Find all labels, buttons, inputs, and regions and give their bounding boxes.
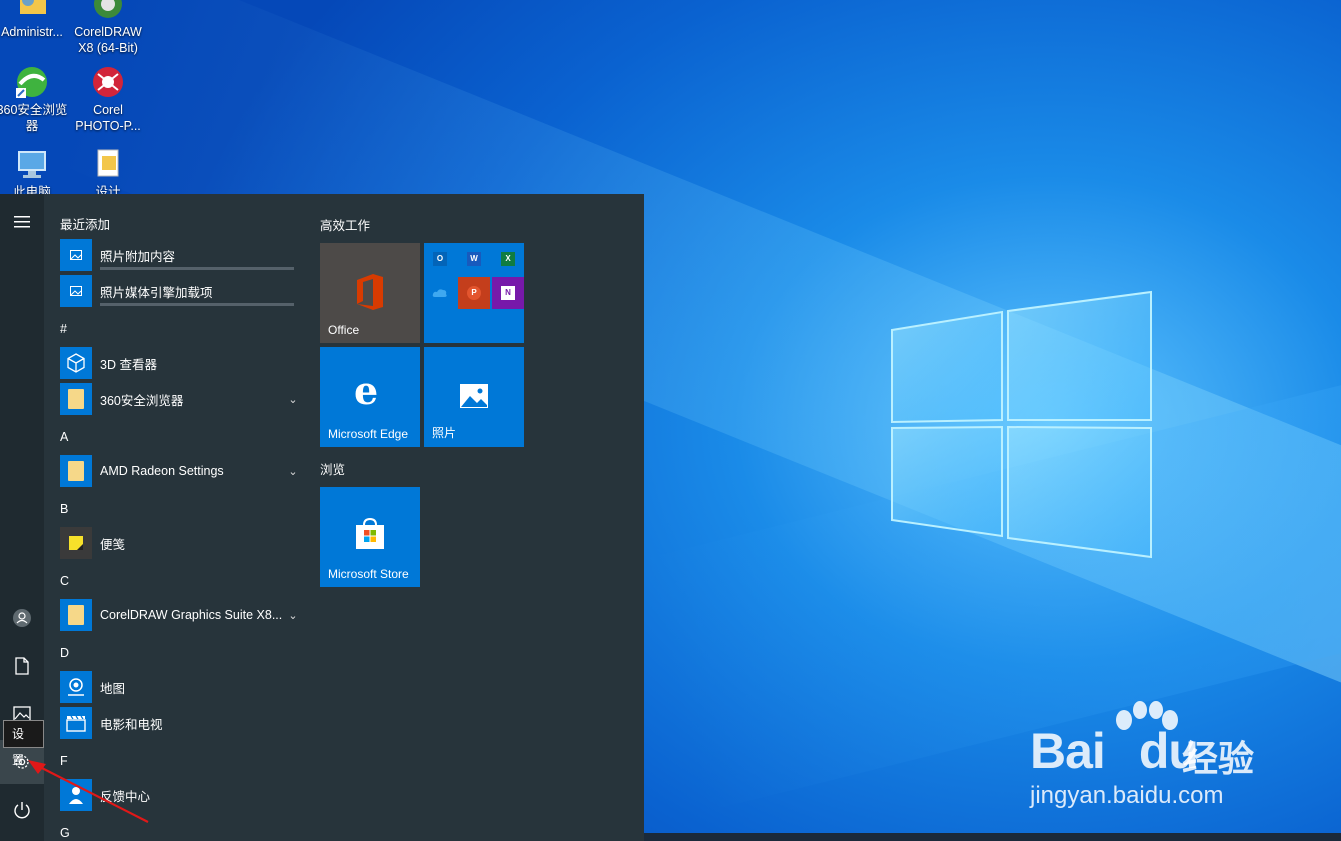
coreldraw-icon [90,0,126,22]
movies-tv-icon [60,707,92,739]
desktop-icon-label: Corel PHOTO-P... [75,103,141,133]
tile-group-title[interactable]: 浏览 [320,459,345,478]
folder-icon [60,599,92,631]
tile-office[interactable]: Office [320,243,420,343]
start-menu: 设置 最近添加 照片附加内容 照片媒体引擎加载项 # 3D 查看器 360安全浏… [0,194,644,841]
store-icon [356,517,384,549]
photos-icon [460,384,488,408]
outlook-icon: O [424,243,456,275]
tile-label: 照片 [432,426,457,440]
section-letter[interactable]: C [60,574,69,588]
app-label: 360安全浏览器 [100,393,184,408]
section-letter[interactable]: A [60,430,68,444]
chevron-down-icon[interactable]: ⌄ [286,465,300,478]
list-item[interactable]: 360安全浏览器 ⌄ [60,382,300,416]
app-label: AMD Radeon Settings [100,464,224,478]
desktop-icon-this-pc[interactable]: 此电脑 [0,146,68,200]
install-progress-bar [100,267,294,270]
section-letter[interactable]: B [60,502,68,516]
folder-icon [60,455,92,487]
desktop-icon-corel-photo-paint[interactable]: Corel PHOTO-P... [72,64,144,134]
3d-viewer-icon [60,347,92,379]
user-account-button[interactable] [0,596,44,640]
tile-microsoft-store[interactable]: Microsoft Store [320,487,420,587]
browser-360-icon [14,64,50,100]
taskbar-edge [644,833,1341,841]
chevron-down-icon[interactable]: ⌄ [286,393,300,406]
section-letter[interactable]: # [60,322,67,336]
section-letter[interactable]: D [60,646,69,660]
powerpoint-icon: P [458,277,490,309]
list-item[interactable]: 地图 [60,670,300,704]
app-list: 最近添加 照片附加内容 照片媒体引擎加载项 # 3D 查看器 360安全浏览器 [44,194,306,841]
annotation-arrow [28,760,149,823]
desktop-icon-label: Administr... [1,25,63,39]
office-icon [357,274,383,310]
baidu-brand-text: Bai du [1030,723,1199,779]
app-label: 地图 [100,681,126,696]
desktop-icon-design[interactable]: 设计 [72,146,144,200]
hamburger-icon [14,216,30,228]
windows-logo-wallpaper [891,290,1152,559]
list-item[interactable]: 电影和电视 [60,706,300,740]
app-label: 照片附加内容 [100,249,176,264]
folder-shortcut-icon [90,146,126,182]
folder-icon [60,383,92,415]
list-item[interactable]: AMD Radeon Settings ⌄ [60,454,300,488]
tile-label: Office [328,323,360,337]
maps-icon [60,671,92,703]
documents-icon [15,657,29,675]
this-pc-icon [14,146,50,182]
onenote-icon: N [492,277,524,309]
chevron-down-icon[interactable]: ⌄ [286,609,300,622]
app-label: 照片媒体引擎加载项 [100,285,213,300]
list-item[interactable]: 便笺 [60,526,300,560]
tile-label: Microsoft Edge [328,427,409,441]
expand-menu-button[interactable] [0,200,44,244]
install-progress-bar [100,303,294,306]
recently-added-header: 最近添加 [60,218,111,232]
tile-group-title[interactable]: 高效工作 [320,215,370,234]
start-rail: 设置 [0,194,44,841]
user-folder-icon [14,0,50,22]
excel-icon: X [492,243,524,275]
word-icon: W [458,243,490,275]
photos-addon-icon [60,239,92,271]
baidu-jingyan-watermark: Bai du 经验 jingyan.baidu.com [1030,700,1280,810]
tile-photos[interactable]: 照片 [424,347,524,447]
desktop-icon-label: 360安全浏览器 [0,103,68,133]
desktop-icon-coreldraw[interactable]: CorelDRAW X8 (64-Bit) [72,0,144,56]
app-label: 电影和电视 [100,717,163,732]
edge-icon: e [354,368,379,413]
desktop-icon-label: CorelDRAW X8 (64-Bit) [74,25,142,55]
photos-media-engine-icon [60,275,92,307]
baidu-jingyan-text: 经验 [1182,738,1255,779]
baidu-url-text: jingyan.baidu.com [1030,782,1224,809]
app-label: CorelDRAW Graphics Suite X8... [100,608,283,622]
settings-tooltip: 设置 [3,720,44,767]
tile-label: Microsoft Store [328,567,409,581]
list-item[interactable]: CorelDRAW Graphics Suite X8... ⌄ [60,598,300,632]
desktop-icon-360browser[interactable]: 360安全浏览器 [0,64,68,134]
onedrive-icon [424,277,456,309]
app-label: 3D 查看器 [100,357,157,372]
tile-office-apps-folder[interactable]: O W X P N [424,243,524,343]
user-icon [13,609,31,627]
sticky-notes-icon [60,527,92,559]
list-item[interactable]: 3D 查看器 [60,346,300,380]
corel-photo-paint-icon [90,64,126,100]
app-label: 便笺 [100,537,126,552]
tile-microsoft-edge[interactable]: e Microsoft Edge [320,347,420,447]
desktop-icon-administrator[interactable]: Administr... [0,0,68,40]
documents-button[interactable] [0,644,44,688]
